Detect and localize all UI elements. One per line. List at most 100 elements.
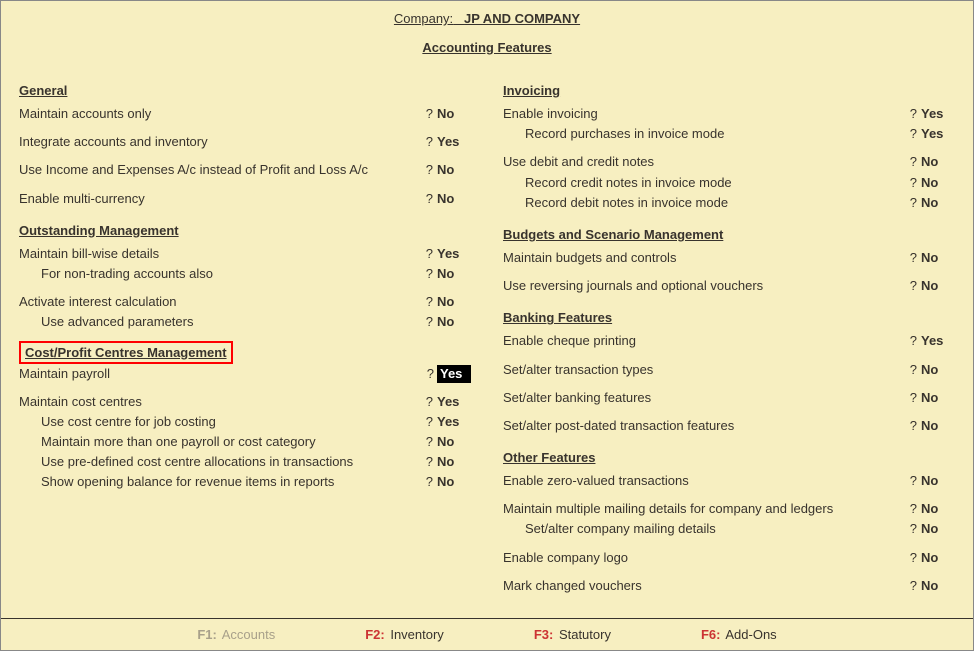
opt-opening-balance-revenue[interactable]: Show opening balance for revenue items i… <box>19 472 471 492</box>
opt-mark-changed-vouchers[interactable]: Mark changed vouchers ? No <box>503 576 955 596</box>
fn-label: Statutory <box>559 627 611 642</box>
fn-label: Accounts <box>222 627 275 642</box>
option-label: Use Income and Expenses A/c instead of P… <box>19 161 425 179</box>
fn-key: F1: <box>197 627 217 642</box>
section-budgets: Budgets and Scenario Management <box>503 227 723 242</box>
option-value: No <box>921 361 955 379</box>
opt-banking-features[interactable]: Set/alter banking features ? No <box>503 388 955 408</box>
footer-bar: F1: Accounts F2: Inventory F3: Statutory… <box>1 618 973 650</box>
opt-activate-interest[interactable]: Activate interest calculation ? No <box>19 292 471 312</box>
opt-company-mailing-details[interactable]: Set/alter company mailing details ? No <box>503 519 955 539</box>
opt-maintain-budgets[interactable]: Maintain budgets and controls ? No <box>503 248 955 268</box>
opt-record-debit-notes[interactable]: Record debit notes in invoice mode ? No <box>503 193 955 213</box>
opt-maintain-accounts-only[interactable]: Maintain accounts only ? No <box>19 104 471 124</box>
opt-zero-valued[interactable]: Enable zero-valued transactions ? No <box>503 471 955 491</box>
opt-cost-centre-job-costing[interactable]: Use cost centre for job costing ? Yes <box>19 412 471 432</box>
option-label: Enable invoicing <box>503 105 909 123</box>
opt-income-expenses-ac[interactable]: Use Income and Expenses A/c instead of P… <box>19 160 471 180</box>
section-invoicing: Invoicing <box>503 83 560 98</box>
opt-maintain-payroll[interactable]: Maintain payroll ? Yes <box>19 364 471 384</box>
option-label: Maintain cost centres <box>19 393 425 411</box>
option-value: Yes <box>437 413 471 431</box>
opt-more-than-one-payroll[interactable]: Maintain more than one payroll or cost c… <box>19 432 471 452</box>
option-value: No <box>921 389 955 407</box>
option-label: Maintain multiple mailing details for co… <box>503 500 909 518</box>
option-label: Enable company logo <box>503 549 909 567</box>
option-value: No <box>437 293 471 311</box>
question-mark-icon: ? <box>909 577 921 595</box>
option-label: Use cost centre for job costing <box>19 413 425 431</box>
question-mark-icon: ? <box>909 389 921 407</box>
option-value-selected[interactable]: Yes <box>437 365 471 383</box>
option-label: Set/alter banking features <box>503 389 909 407</box>
opt-company-logo[interactable]: Enable company logo ? No <box>503 548 955 568</box>
option-label: Enable zero-valued transactions <box>503 472 909 490</box>
question-mark-icon: ? <box>425 453 437 471</box>
option-label: Record debit notes in invoice mode <box>503 194 909 212</box>
question-mark-icon: ? <box>909 249 921 267</box>
opt-non-trading-accounts[interactable]: For non-trading accounts also ? No <box>19 264 471 284</box>
opt-record-purchases-invoice[interactable]: Record purchases in invoice mode ? Yes <box>503 124 955 144</box>
question-mark-icon: ? <box>909 549 921 567</box>
option-value: Yes <box>437 133 471 151</box>
option-value: No <box>921 577 955 595</box>
option-label: Integrate accounts and inventory <box>19 133 425 151</box>
fn-f3-statutory[interactable]: F3: Statutory <box>534 627 611 642</box>
opt-mailing-details[interactable]: Maintain multiple mailing details for co… <box>503 499 955 519</box>
opt-maintain-billwise[interactable]: Maintain bill-wise details ? Yes <box>19 244 471 264</box>
header: Company: JP AND COMPANY Accounting Featu… <box>1 1 973 55</box>
option-label: For non-trading accounts also <box>19 265 425 283</box>
company-line: Company: JP AND COMPANY <box>394 11 580 26</box>
opt-integrate-accounts-inventory[interactable]: Integrate accounts and inventory ? Yes <box>19 132 471 152</box>
opt-enable-invoicing[interactable]: Enable invoicing ? Yes <box>503 104 955 124</box>
question-mark-icon: ? <box>909 472 921 490</box>
question-mark-icon: ? <box>909 105 921 123</box>
option-value: Yes <box>921 105 955 123</box>
company-label: Company: <box>394 11 453 26</box>
option-label: Show opening balance for revenue items i… <box>19 473 425 491</box>
question-mark-icon: ? <box>425 190 437 208</box>
section-banking: Banking Features <box>503 310 612 325</box>
fn-label: Add-Ons <box>725 627 776 642</box>
option-label: Enable cheque printing <box>503 332 909 350</box>
fn-f1-accounts: F1: Accounts <box>197 627 275 642</box>
question-mark-icon: ? <box>909 361 921 379</box>
option-label: Set/alter company mailing details <box>503 520 909 538</box>
option-label: Use pre-defined cost centre allocations … <box>19 453 425 471</box>
question-mark-icon: ? <box>425 393 437 411</box>
company-name: JP AND COMPANY <box>464 11 580 26</box>
question-mark-icon: ? <box>425 161 437 179</box>
fn-f6-addons[interactable]: F6: Add-Ons <box>701 627 777 642</box>
section-general: General <box>19 83 67 98</box>
section-cost-profit: Cost/Profit Centres Management <box>25 345 227 360</box>
option-value: Yes <box>437 245 471 263</box>
option-value: No <box>437 453 471 471</box>
question-mark-icon: ? <box>909 194 921 212</box>
opt-record-credit-notes[interactable]: Record credit notes in invoice mode ? No <box>503 173 955 193</box>
opt-debit-credit-notes[interactable]: Use debit and credit notes ? No <box>503 152 955 172</box>
opt-cheque-printing[interactable]: Enable cheque printing ? Yes <box>503 331 955 351</box>
option-label: Maintain budgets and controls <box>503 249 909 267</box>
fn-f2-inventory[interactable]: F2: Inventory <box>365 627 444 642</box>
option-value: No <box>437 105 471 123</box>
opt-enable-multi-currency[interactable]: Enable multi-currency ? No <box>19 189 471 209</box>
option-value: No <box>437 313 471 331</box>
option-label: Use advanced parameters <box>19 313 425 331</box>
option-value: No <box>437 265 471 283</box>
opt-transaction-types[interactable]: Set/alter transaction types ? No <box>503 360 955 380</box>
opt-predefined-allocations[interactable]: Use pre-defined cost centre allocations … <box>19 452 471 472</box>
question-mark-icon: ? <box>909 417 921 435</box>
opt-reversing-journals[interactable]: Use reversing journals and optional vouc… <box>503 276 955 296</box>
option-value: No <box>437 161 471 179</box>
opt-maintain-cost-centres[interactable]: Maintain cost centres ? Yes <box>19 392 471 412</box>
question-mark-icon: ? <box>909 125 921 143</box>
option-value: No <box>921 277 955 295</box>
option-value: Yes <box>921 332 955 350</box>
question-mark-icon: ? <box>909 520 921 538</box>
option-value: No <box>437 190 471 208</box>
opt-post-dated[interactable]: Set/alter post-dated transaction feature… <box>503 416 955 436</box>
question-mark-icon: ? <box>909 332 921 350</box>
opt-use-advanced-parameters[interactable]: Use advanced parameters ? No <box>19 312 471 332</box>
question-mark-icon: ? <box>909 277 921 295</box>
option-value: Yes <box>437 393 471 411</box>
